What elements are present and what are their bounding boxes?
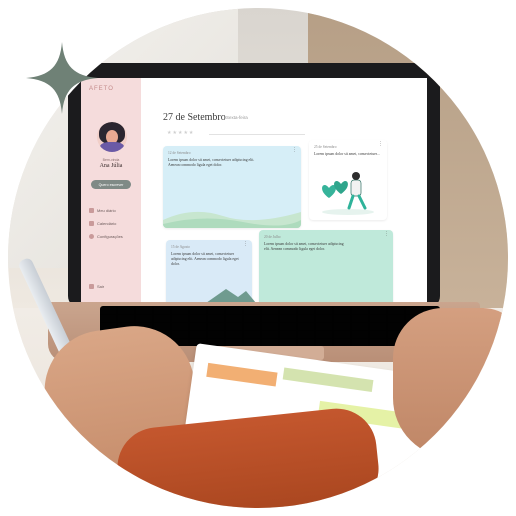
avatar-shirt — [100, 142, 124, 152]
calendar-icon — [89, 221, 94, 226]
sidebar-item-label: Configurações — [97, 234, 123, 239]
entry-date: 15 de Agosto — [171, 245, 190, 249]
right-hand — [393, 308, 508, 458]
more-icon[interactable]: ⋮ — [243, 242, 248, 247]
book-icon — [89, 208, 94, 213]
entry-text: Lorem ipsum dolor sit amet, consectetuer… — [171, 252, 239, 266]
entry-text: Lorem ipsum dolor sit amet, consectetuer… — [168, 158, 255, 167]
logout-label: Sair — [97, 284, 105, 289]
entry-card[interactable]: 12 de Setembro Lorem ipsum dolor sit ame… — [163, 146, 301, 228]
divider — [209, 134, 305, 135]
sidebar-item-label: Calendário — [97, 221, 117, 226]
sidebar-item-settings[interactable]: Configurações — [89, 234, 123, 239]
entry-text: Lorem ipsum dolor sit amet, consectetuer… — [314, 152, 380, 156]
sparkle-icon — [26, 42, 98, 114]
notebook-highlight — [282, 367, 374, 392]
avatar — [97, 122, 127, 152]
entry-date: 12 de Setembro — [168, 151, 191, 155]
sidebar-item-label: Meu diário — [97, 208, 116, 213]
logout-button[interactable]: Sair — [89, 284, 104, 289]
sidebar-item-diary[interactable]: Meu diário — [89, 208, 116, 213]
sidebar-item-calendar[interactable]: Calendário — [89, 221, 116, 226]
entry-card[interactable]: 20 de Julho Lorem ipsum dolor sit amet, … — [259, 230, 393, 303]
write-button[interactable]: Quero escrever — [91, 180, 131, 189]
entry-date: 20 de Julho — [264, 235, 281, 239]
notebook-highlight — [206, 362, 278, 387]
mood-rating[interactable]: ★★★★★ — [167, 130, 194, 136]
laptop-screen: AFETO Bem-vinda Ana Júlia Quero escrever… — [81, 78, 427, 303]
logout-icon — [89, 284, 94, 289]
page-title: 27 de Setembro — [163, 112, 226, 123]
user-name: Ana Júlia — [99, 163, 123, 169]
entry-text: Lorem ipsum dolor sit amet, consectetuer… — [264, 242, 344, 251]
more-icon[interactable]: ⋮ — [292, 148, 297, 153]
entry-date: 25 de Setembro — [314, 145, 337, 149]
gear-icon — [89, 234, 94, 239]
page-subtitle: Sexta-feira — [226, 115, 248, 120]
mountain-illustration — [206, 289, 256, 303]
entry-card[interactable]: 25 de Setembro Lorem ipsum dolor sit ame… — [309, 140, 387, 220]
heart-illustration — [322, 172, 374, 215]
more-icon[interactable]: ⋮ — [384, 232, 389, 237]
landscape-illustration — [163, 211, 301, 228]
greeting-text: Bem-vinda — [102, 158, 120, 162]
more-icon[interactable]: ⋮ — [378, 142, 383, 147]
